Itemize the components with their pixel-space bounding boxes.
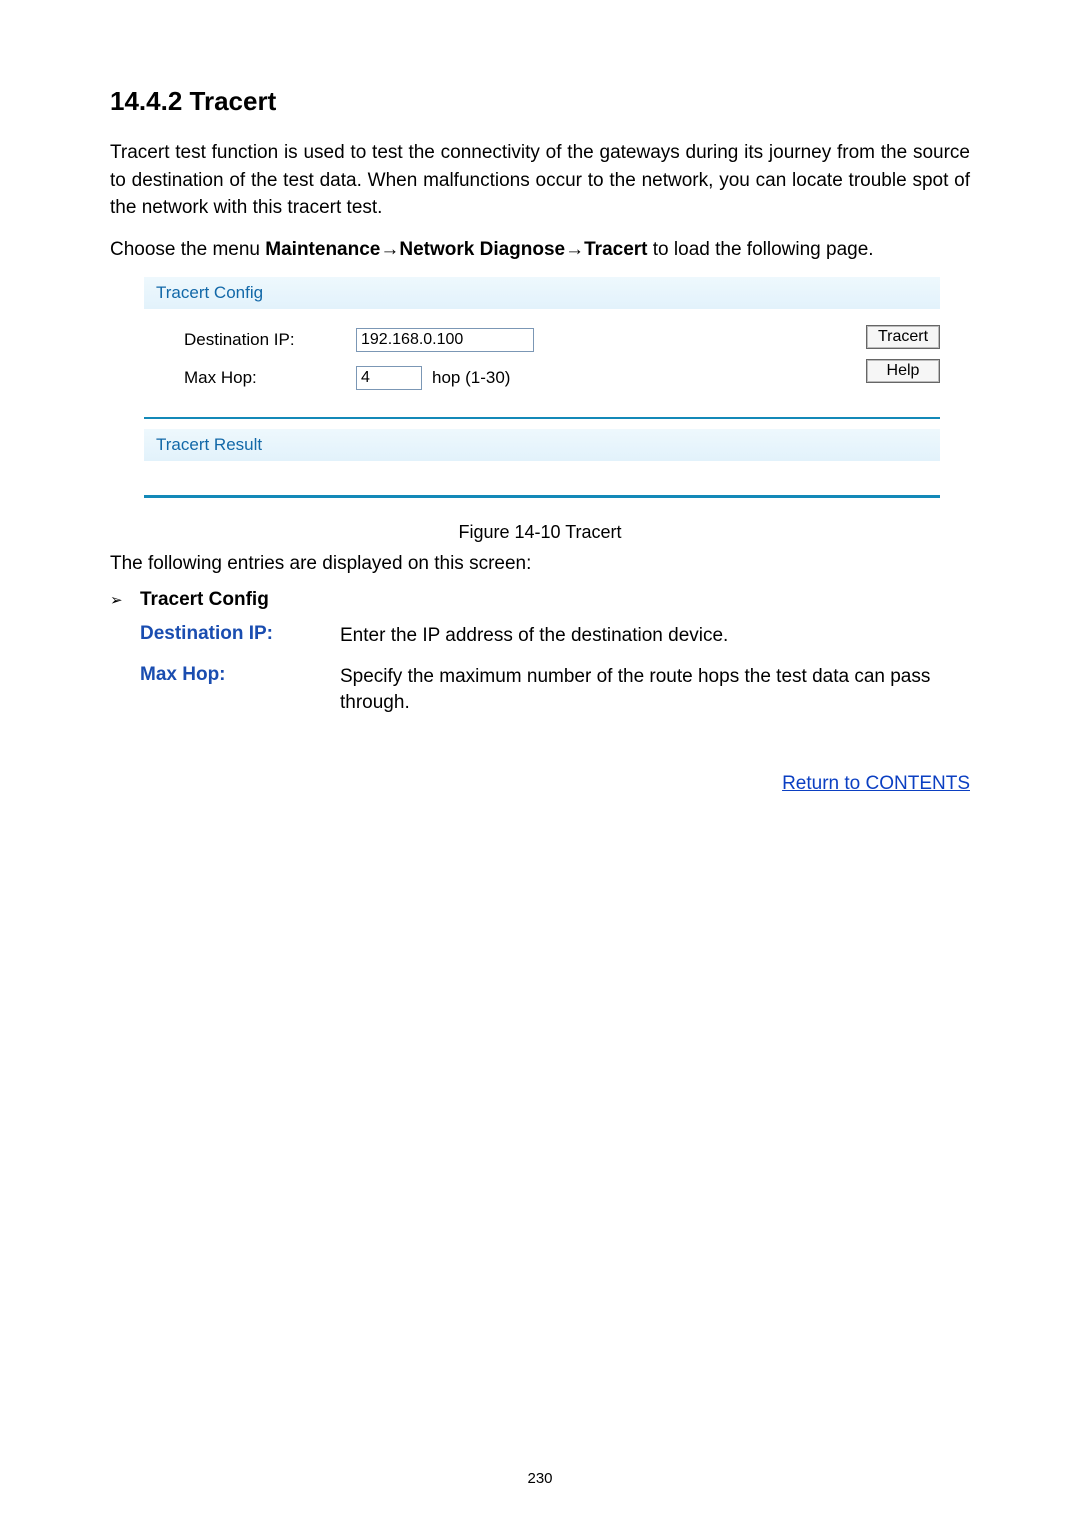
tracert-button[interactable]: Tracert [866,325,940,349]
bullet-label: Tracert Config [140,589,269,611]
tracert-result-header: Tracert Result [144,429,940,461]
tracert-config-body: Destination IP: Max Hop: hop (1-30) Trac… [144,309,940,399]
def-row-destination-ip: Destination IP: Enter the IP address of … [140,623,970,650]
nav-arrow-2: → [565,239,584,260]
definition-table: Destination IP: Enter the IP address of … [140,623,970,717]
nav-arrow-1: → [380,239,399,260]
input-destination-ip[interactable] [356,328,534,352]
def-term-destination-ip: Destination IP: [140,623,340,650]
nav-maintenance: Maintenance [265,239,380,260]
section-heading: 14.4.2 Tracert [110,86,970,117]
tracert-config-header: Tracert Config [144,277,940,309]
nav-tracert: Tracert [584,239,647,260]
figure-caption: Figure 14-10 Tracert [110,522,970,543]
help-button[interactable]: Help [866,359,940,383]
tracert-result-panel: Tracert Result [144,429,940,498]
chevron-right-icon: ➢ [110,589,140,613]
row-max-hop: Max Hop: hop (1-30) [144,361,848,395]
def-desc-max-hop: Specify the maximum number of the route … [340,664,970,717]
input-max-hop[interactable] [356,366,422,390]
nav-suffix: to load the following page. [648,239,874,260]
hint-max-hop: hop (1-30) [432,368,510,388]
page: 14.4.2 Tracert Tracert test function is … [0,0,1080,1527]
bullet-tracert-config: ➢ Tracert Config [110,589,970,613]
form-column: Destination IP: Max Hop: hop (1-30) [144,323,848,399]
def-desc-destination-ip: Enter the IP address of the destination … [340,623,970,650]
entries-intro: The following entries are displayed on t… [110,553,970,575]
intro-paragraph: Tracert test function is used to test th… [110,139,970,222]
nav-instruction: Choose the menu Maintenance→Network Diag… [110,236,970,264]
nav-prefix: Choose the menu [110,239,265,260]
page-number: 230 [0,1470,1080,1487]
row-destination-ip: Destination IP: [144,323,848,357]
tracert-config-panel: Tracert Config Destination IP: Max Hop: … [144,277,940,419]
label-destination-ip: Destination IP: [144,330,356,350]
def-row-max-hop: Max Hop: Specify the maximum number of t… [140,664,970,717]
nav-network-diagnose: Network Diagnose [399,239,565,260]
def-term-max-hop: Max Hop: [140,664,340,717]
return-to-contents-link[interactable]: Return to CONTENTS [110,773,970,795]
button-column: Tracert Help [848,323,940,399]
label-max-hop: Max Hop: [144,368,356,388]
